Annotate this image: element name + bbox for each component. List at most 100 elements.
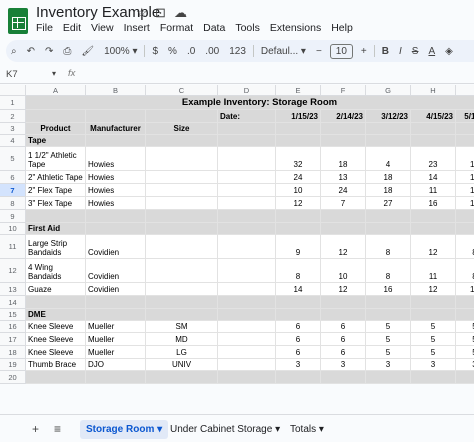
cell-g3[interactable]	[366, 123, 411, 135]
manufacturer-cell[interactable]: Howies	[86, 147, 146, 171]
quantity-cell[interactable]: 16	[456, 147, 474, 171]
star-icon[interactable]: ☆	[136, 5, 148, 21]
manufacturer-cell[interactable]: Howies	[86, 184, 146, 197]
paint-format-icon[interactable]: 🖌︎	[76, 46, 99, 57]
row-header-19[interactable]: 19	[0, 359, 26, 371]
row-header-11[interactable]: 11	[0, 235, 26, 259]
horizontal-scrollbar[interactable]	[24, 406, 474, 413]
cell-d8[interactable]	[218, 197, 276, 210]
add-sheet-button[interactable]: +	[32, 422, 39, 436]
product-cell[interactable]: Large Strip Bandaids	[26, 235, 86, 259]
cell-e4[interactable]	[276, 135, 321, 147]
product-cell[interactable]: Knee Sleeve	[26, 346, 86, 359]
cell-a3-value[interactable]: Product	[26, 123, 86, 135]
row-header-13[interactable]: 13	[0, 283, 26, 296]
quantity-cell[interactable]: 3	[411, 359, 456, 371]
quantity-cell[interactable]: 12	[276, 197, 321, 210]
quantity-cell[interactable]: 6	[276, 321, 321, 333]
cell-b9[interactable]	[86, 210, 146, 223]
cell-a2[interactable]	[26, 110, 86, 123]
manufacturer-cell[interactable]: Covidien	[86, 283, 146, 296]
column-header-d[interactable]: D	[218, 85, 276, 96]
quantity-cell[interactable]: 5	[411, 321, 456, 333]
cell-h15[interactable]	[411, 309, 456, 321]
quantity-cell[interactable]: 24	[321, 184, 366, 197]
cell-a10-value[interactable]: First Aid	[26, 223, 86, 235]
size-cell[interactable]	[146, 171, 218, 184]
cell-d18[interactable]	[218, 346, 276, 359]
cell-b3-value[interactable]: Manufacturer	[86, 123, 146, 135]
cell-g4[interactable]	[366, 135, 411, 147]
size-cell[interactable]: MD	[146, 333, 218, 346]
zoom-select[interactable]: 100% ▾	[99, 46, 142, 57]
quantity-cell[interactable]: 16	[456, 283, 474, 296]
fill-color-icon[interactable]: ◈	[440, 46, 458, 57]
quantity-cell[interactable]: 12	[321, 283, 366, 296]
sheets-logo-icon[interactable]	[8, 8, 28, 34]
quantity-cell[interactable]: 5	[411, 346, 456, 359]
size-cell[interactable]	[146, 147, 218, 171]
cell-i20[interactable]	[456, 371, 474, 384]
row-header-3[interactable]: 3	[0, 123, 26, 135]
manufacturer-cell[interactable]: Mueller	[86, 346, 146, 359]
cell-h3[interactable]	[411, 123, 456, 135]
quantity-cell[interactable]: 23	[411, 147, 456, 171]
product-cell[interactable]: 1 1/2" Athletic Tape	[26, 147, 86, 171]
cell-e2-value[interactable]: 1/15/23	[276, 110, 321, 123]
product-cell[interactable]: 4 Wing Bandaids	[26, 259, 86, 283]
quantity-cell[interactable]: 8	[366, 235, 411, 259]
increase-decimal-button[interactable]: .00	[200, 46, 224, 57]
cell-a15-value[interactable]: DME	[26, 309, 86, 321]
quantity-cell[interactable]: 14	[276, 283, 321, 296]
quantity-cell[interactable]: 5	[366, 333, 411, 346]
column-header-b[interactable]: B	[86, 85, 146, 96]
manufacturer-cell[interactable]: Covidien	[86, 235, 146, 259]
row-header-1[interactable]: 1	[0, 96, 26, 110]
menu-insert[interactable]: Insert	[124, 22, 150, 34]
cell-b14[interactable]	[86, 296, 146, 309]
menu-data[interactable]: Data	[203, 22, 225, 34]
row-header-4[interactable]: 4	[0, 135, 26, 147]
product-cell[interactable]: 2" Flex Tape	[26, 184, 86, 197]
cell-i9[interactable]	[456, 210, 474, 223]
row-header-16[interactable]: 16	[0, 321, 26, 333]
cell-d9[interactable]	[218, 210, 276, 223]
column-header-c[interactable]: C	[146, 85, 218, 96]
font-size-input[interactable]: 10	[329, 43, 353, 59]
product-cell[interactable]: Knee Sleeve	[26, 333, 86, 346]
chevron-down-icon[interactable]: ▾	[52, 69, 56, 78]
cell-d19[interactable]	[218, 359, 276, 371]
quantity-cell[interactable]: 5	[366, 346, 411, 359]
cell-f10[interactable]	[321, 223, 366, 235]
quantity-cell[interactable]: 27	[366, 197, 411, 210]
tab-totals[interactable]: Totals ▾	[284, 420, 330, 439]
number-format-button[interactable]: 123	[224, 46, 251, 57]
quantity-cell[interactable]: 10	[276, 184, 321, 197]
column-header-i[interactable]: I	[456, 85, 474, 96]
quantity-cell[interactable]: 8	[366, 259, 411, 283]
cell-d14[interactable]	[218, 296, 276, 309]
manufacturer-cell[interactable]: Howies	[86, 197, 146, 210]
cell-g2-value[interactable]: 3/12/23	[366, 110, 411, 123]
cell-a9[interactable]	[26, 210, 86, 223]
cell-g10[interactable]	[366, 223, 411, 235]
size-cell[interactable]: UNIV	[146, 359, 218, 371]
quantity-cell[interactable]: 3	[366, 359, 411, 371]
column-header-e[interactable]: E	[276, 85, 321, 96]
row-header-9[interactable]: 9	[0, 210, 26, 223]
quantity-cell[interactable]: 7	[321, 197, 366, 210]
cell-g9[interactable]	[366, 210, 411, 223]
size-cell[interactable]: SM	[146, 321, 218, 333]
font-size-increase-button[interactable]: +	[356, 46, 372, 57]
cell-d20[interactable]	[218, 371, 276, 384]
cell-b10[interactable]	[86, 223, 146, 235]
quantity-cell[interactable]: 18	[321, 147, 366, 171]
decrease-decimal-button[interactable]: .0	[182, 46, 200, 57]
italic-button[interactable]: I	[394, 46, 407, 57]
quantity-cell[interactable]: 5	[411, 333, 456, 346]
cell-d4[interactable]	[218, 135, 276, 147]
cell-i10[interactable]	[456, 223, 474, 235]
cell-f15[interactable]	[321, 309, 366, 321]
product-cell[interactable]: Guaze	[26, 283, 86, 296]
cell-b20[interactable]	[86, 371, 146, 384]
